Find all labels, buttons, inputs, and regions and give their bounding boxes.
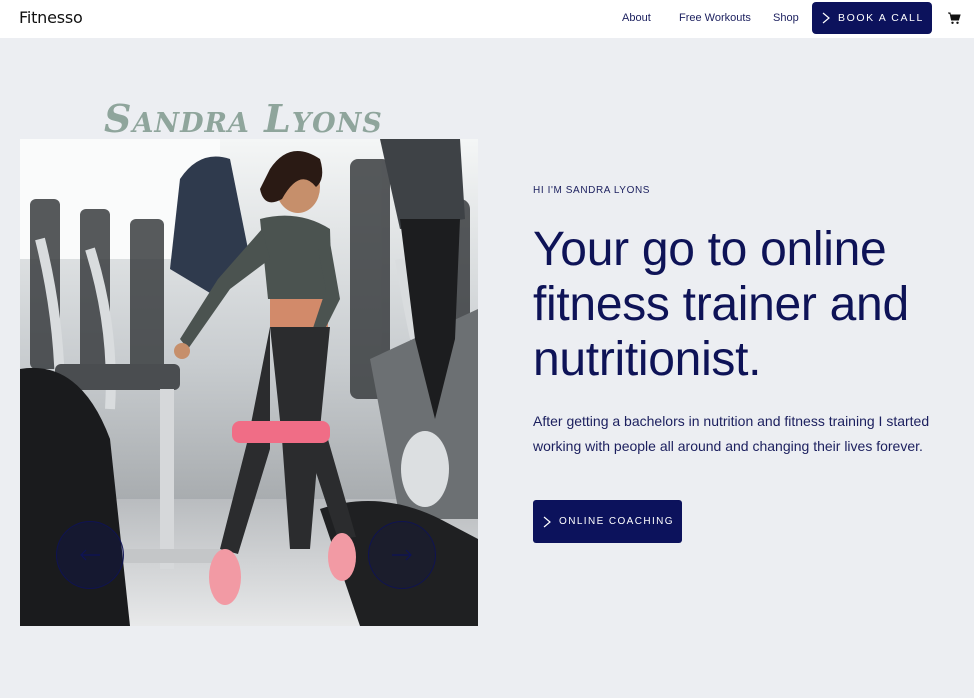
nav-shop[interactable]: Shop	[773, 12, 799, 24]
online-coaching-label: ONLINE COACHING	[559, 516, 674, 527]
chevron-right-icon	[543, 516, 551, 527]
hero-headline: Your go to online fitness trainer and nu…	[533, 223, 909, 386]
book-a-call-label: BOOK A CALL	[838, 12, 924, 24]
carousel-next-button[interactable]	[368, 521, 436, 589]
online-coaching-button[interactable]: ONLINE COACHING	[533, 500, 682, 543]
nav-free-workouts[interactable]: Free Workouts	[679, 12, 751, 24]
logo[interactable]: Fitnesso	[19, 8, 83, 27]
site-header: Fitnesso About Free Workouts Shop BOOK A…	[0, 0, 974, 38]
hero-eyebrow: HI I'M SANDRA LYONS	[533, 185, 651, 196]
arrow-left-icon	[80, 549, 100, 561]
nav-about[interactable]: About	[622, 12, 651, 24]
book-a-call-button[interactable]: BOOK A CALL	[812, 2, 932, 34]
hero-bio: After getting a bachelors in nutrition a…	[533, 413, 930, 454]
cart-icon[interactable]	[947, 11, 961, 25]
chevron-right-icon	[822, 12, 830, 24]
carousel-prev-button[interactable]	[56, 521, 124, 589]
script-name-heading: Sandra Lyons	[104, 96, 383, 141]
arrow-right-icon	[392, 549, 412, 561]
